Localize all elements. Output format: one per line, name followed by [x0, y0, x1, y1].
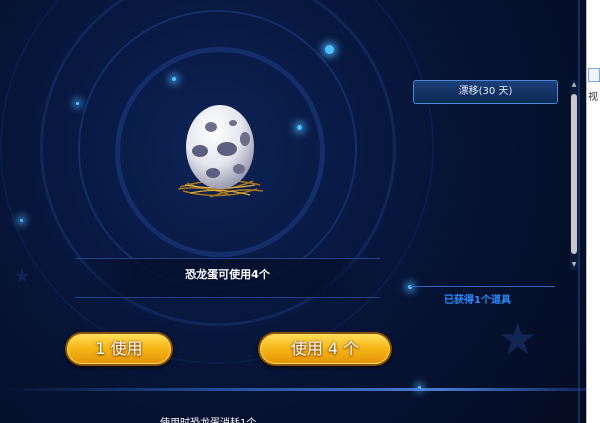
glow-dot	[76, 102, 79, 105]
scroll-down-icon[interactable]: ▼	[570, 260, 578, 270]
use-four-button[interactable]: 使用 4 个	[258, 332, 392, 366]
drift-button[interactable]: 漂移(30 天)	[413, 80, 558, 104]
dinosaur-egg-icon	[175, 105, 265, 215]
glow-dot	[297, 125, 302, 130]
star-decoration: ★	[14, 266, 31, 287]
use-one-button[interactable]: 1 使用	[65, 332, 173, 366]
panel-divider	[578, 0, 580, 423]
item-caption: 恐龙蛋可使用4个	[185, 268, 270, 281]
scrollbar-thumb[interactable]	[571, 94, 577, 254]
star-decoration: ★	[498, 314, 538, 365]
game-panel: ★ ★ 恐龙蛋可使用4个 漂移(30 天) ▲ ▼ 已获得1个道具 1 使用 使…	[0, 0, 586, 423]
bottom-hint: 使用时恐龙蛋消耗1个	[160, 414, 256, 423]
gained-notice: 已获得1个道具	[444, 295, 511, 306]
side-panel-label: 视	[588, 92, 598, 103]
bottom-divider	[0, 388, 586, 391]
checkbox-icon[interactable]	[588, 68, 600, 82]
glow-dot	[20, 219, 23, 222]
scroll-up-icon[interactable]: ▲	[570, 80, 578, 90]
glow-dot	[172, 77, 176, 81]
glow-dot	[325, 45, 334, 54]
side-panel	[586, 0, 600, 423]
gained-divider	[410, 286, 555, 287]
